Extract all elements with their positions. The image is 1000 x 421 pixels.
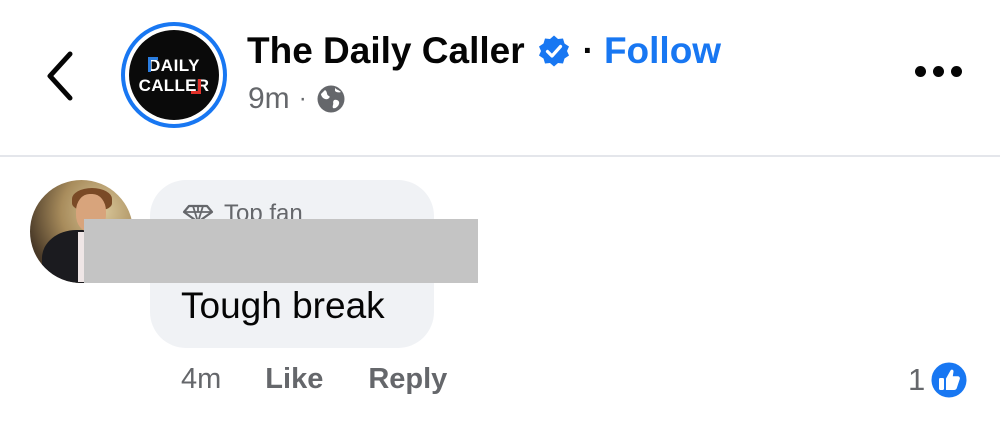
globe-icon[interactable] [316, 84, 346, 114]
follow-button[interactable]: Follow [604, 30, 721, 72]
page-name[interactable]: The Daily Caller [247, 30, 525, 72]
meta-separator: · [298, 85, 307, 112]
thumbs-up-icon [929, 360, 969, 400]
more-dots-icon [915, 66, 926, 77]
post-timestamp[interactable]: 9m [248, 82, 290, 116]
title-separator: · [582, 31, 594, 70]
post-meta: 9m · [248, 82, 346, 116]
divider [0, 155, 1000, 157]
page-avatar[interactable]: DAILY CALLER [121, 22, 227, 128]
comment-text: Tough break [181, 285, 385, 326]
reply-button[interactable]: Reply [368, 363, 447, 396]
comment-actions: 4m Like Reply [181, 363, 447, 396]
comment-timestamp[interactable]: 4m [181, 363, 221, 396]
daily-caller-logo: DAILY CALLER [129, 30, 219, 120]
verified-badge-icon [538, 35, 569, 67]
more-options-button[interactable] [915, 66, 962, 77]
chevron-left-icon[interactable] [40, 48, 80, 104]
reaction-count: 1 [908, 362, 926, 397]
like-button[interactable]: Like [265, 363, 323, 396]
post-header: DAILY CALLER The Daily Caller · Follow 9… [0, 0, 1000, 155]
reaction-summary[interactable]: 1 [908, 360, 969, 400]
redacted-commenter-name [84, 219, 478, 283]
title-row: The Daily Caller · Follow [247, 30, 721, 72]
